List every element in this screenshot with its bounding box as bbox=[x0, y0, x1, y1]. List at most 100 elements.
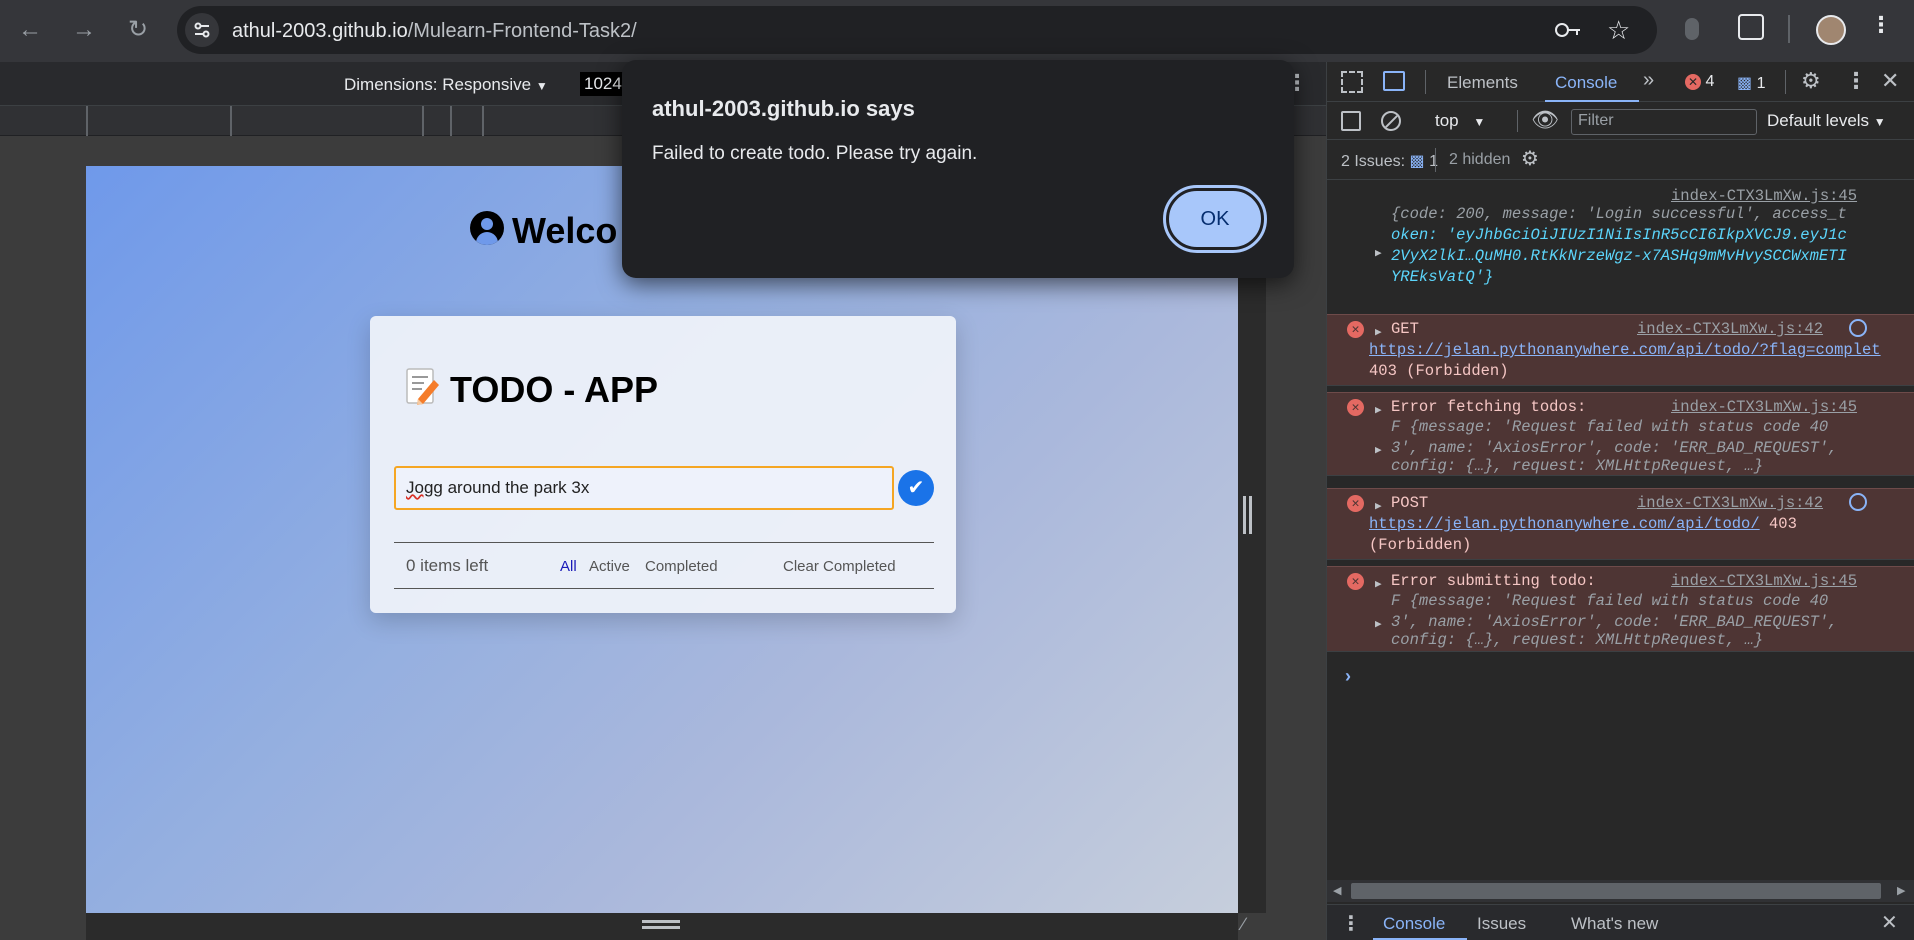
check-icon: ✔ bbox=[907, 477, 925, 499]
tab-divider bbox=[1785, 70, 1786, 94]
console-toolbar: top ▼ 👁 Filter Default levels ▼ bbox=[1327, 102, 1914, 140]
url-text: athul-2003.github.io/Mulearn-Frontend-Ta… bbox=[232, 20, 637, 43]
reload-icon[interactable]: ↻ bbox=[120, 12, 156, 48]
resize-handle-bottom[interactable] bbox=[86, 913, 1238, 940]
ruler-segment[interactable] bbox=[482, 106, 484, 136]
console-log-row[interactable]: index-CTX3LmXw.js:45 ▶ {code: 200, messa… bbox=[1327, 180, 1914, 316]
context-label: top bbox=[1435, 111, 1459, 130]
settings-gear-icon[interactable]: ⚙ bbox=[1801, 68, 1821, 94]
request-url[interactable]: https://jelan.pythonanywhere.com/api/tod… bbox=[1369, 515, 1760, 533]
drawer-menu-icon[interactable]: ⋮ bbox=[1341, 911, 1361, 936]
ruler-segment[interactable] bbox=[422, 106, 424, 136]
drawer-tab-issues[interactable]: Issues bbox=[1477, 914, 1526, 934]
request-url[interactable]: https://jelan.pythonanywhere.com/api/tod… bbox=[1369, 340, 1881, 361]
log-line: YREksVatQ'} bbox=[1391, 268, 1494, 286]
issue-icon: ▩ bbox=[1409, 153, 1425, 170]
ruler-segment[interactable] bbox=[86, 106, 88, 136]
todo-card: TODO - APP Jogg around the park 3x ✔ 0 i… bbox=[370, 316, 956, 613]
corner-resize-icon[interactable]: ∕ bbox=[1242, 914, 1245, 935]
hidden-issues: 2 hidden bbox=[1449, 151, 1511, 168]
filter-all[interactable]: All bbox=[560, 558, 577, 575]
log-source-link[interactable]: index-CTX3LmXw.js:42 bbox=[1637, 493, 1823, 514]
ruler-segment[interactable] bbox=[450, 106, 452, 136]
expand-triangle-icon[interactable]: ▶ bbox=[1375, 441, 1382, 462]
app-title: TODO - APP bbox=[404, 366, 658, 415]
site-info-icon[interactable] bbox=[185, 13, 219, 47]
console-error-row[interactable]: ✕ ▶ Error fetching todos: index-CTX3LmXw… bbox=[1327, 392, 1914, 476]
network-request-icon[interactable] bbox=[1849, 319, 1867, 337]
forward-icon[interactable]: → bbox=[66, 12, 102, 48]
horizontal-scrollbar[interactable]: ◀ ▶ bbox=[1327, 880, 1914, 902]
sidebar-toggle-icon[interactable] bbox=[1341, 111, 1361, 131]
extensions-puzzle-icon[interactable] bbox=[1738, 14, 1764, 40]
scroll-left-icon[interactable]: ◀ bbox=[1333, 884, 1341, 897]
expand-triangle-icon[interactable]: ▶ bbox=[1375, 401, 1382, 422]
console-filter-input[interactable]: Filter bbox=[1571, 109, 1757, 135]
submit-todo-button[interactable]: ✔ bbox=[898, 470, 934, 506]
profile-avatar[interactable] bbox=[1816, 15, 1846, 45]
clear-completed-button[interactable]: Clear Completed bbox=[783, 558, 896, 575]
expand-triangle-icon[interactable]: ▶ bbox=[1375, 615, 1382, 636]
inspect-element-icon[interactable] bbox=[1341, 71, 1363, 93]
message-counter[interactable]: ▩ 1 bbox=[1737, 73, 1765, 93]
tab-elements[interactable]: Elements bbox=[1447, 73, 1518, 93]
dropdown-arrow-icon: ▼ bbox=[535, 79, 548, 93]
ruler-segment[interactable] bbox=[230, 106, 232, 136]
address-bar[interactable]: athul-2003.github.io/Mulearn-Frontend-Ta… bbox=[177, 6, 1657, 54]
alert-ok-button[interactable]: OK bbox=[1163, 185, 1267, 253]
extension-icon[interactable] bbox=[1685, 18, 1699, 40]
alert-dialog: athul-2003.github.io says Failed to crea… bbox=[622, 60, 1294, 278]
log-source-link[interactable]: index-CTX3LmXw.js:45 bbox=[1671, 397, 1857, 418]
issues-label: 2 Issues: bbox=[1341, 153, 1406, 170]
close-drawer-icon[interactable]: ✕ bbox=[1881, 910, 1898, 935]
issues-link[interactable]: 2 Issues: ▩ 1 bbox=[1341, 151, 1438, 171]
live-expression-eye-icon[interactable]: 👁 bbox=[1531, 107, 1559, 133]
error-detail-line: F {message: 'Request failed with status … bbox=[1391, 418, 1829, 436]
log-source-link[interactable]: index-CTX3LmXw.js:42 bbox=[1637, 319, 1823, 340]
tab-console[interactable]: Console bbox=[1555, 73, 1617, 93]
log-levels-dropdown[interactable]: Default levels ▼ bbox=[1767, 111, 1886, 131]
expand-triangle-icon[interactable]: ▶ bbox=[1375, 575, 1382, 596]
devtools-menu-icon[interactable]: ⋮ bbox=[1845, 68, 1867, 94]
toolbar-divider bbox=[1788, 15, 1790, 43]
device-toggle-icon[interactable] bbox=[1383, 71, 1405, 91]
bookmark-star-icon[interactable]: ☆ bbox=[1607, 15, 1630, 46]
expand-triangle-icon[interactable]: ▶ bbox=[1375, 244, 1382, 265]
more-tabs-icon[interactable]: » bbox=[1643, 69, 1654, 92]
log-line: oken: 'eyJhbGciOiJIUzI1NiIsInR5cCI6IkpXV… bbox=[1391, 226, 1847, 244]
password-key-icon[interactable] bbox=[1554, 18, 1582, 48]
scroll-right-icon[interactable]: ▶ bbox=[1897, 884, 1905, 897]
grip-line bbox=[642, 926, 680, 929]
filter-completed[interactable]: Completed bbox=[645, 558, 718, 575]
drawer-tab-console[interactable]: Console bbox=[1383, 914, 1445, 934]
tab-divider bbox=[1425, 70, 1426, 94]
error-counter[interactable]: ✕ 4 bbox=[1685, 73, 1714, 91]
app-title-text: TODO - APP bbox=[450, 369, 659, 410]
console-error-row[interactable]: ✕ ▶ POST index-CTX3LmXw.js:42 https://je… bbox=[1327, 488, 1914, 560]
message-icon: ▩ bbox=[1737, 75, 1753, 92]
network-request-icon[interactable] bbox=[1849, 493, 1867, 511]
console-error-row[interactable]: ✕ ▶ GET index-CTX3LmXw.js:42 https://jel… bbox=[1327, 314, 1914, 386]
scrollbar-thumb[interactable] bbox=[1351, 883, 1881, 899]
user-circle-icon bbox=[470, 211, 504, 245]
context-selector[interactable]: top ▼ bbox=[1435, 111, 1485, 131]
console-prompt-chevron[interactable]: › bbox=[1345, 666, 1351, 687]
log-levels-label: Default levels bbox=[1767, 111, 1870, 130]
issues-settings-icon[interactable]: ⚙ bbox=[1521, 146, 1539, 171]
spellcheck-word: Jogg bbox=[406, 478, 443, 497]
resize-handle-right[interactable] bbox=[1238, 166, 1266, 913]
filter-active[interactable]: Active bbox=[589, 558, 630, 575]
close-devtools-icon[interactable]: ✕ bbox=[1881, 68, 1899, 94]
dimensions-dropdown[interactable]: Dimensions: Responsive ▼ bbox=[344, 75, 548, 95]
url-path: /Mulearn-Frontend-Task2/ bbox=[407, 20, 637, 42]
back-icon[interactable]: ← bbox=[12, 12, 48, 48]
error-detail-line: config: {…}, request: XMLHttpRequest, …} bbox=[1391, 631, 1764, 649]
browser-menu-icon[interactable]: ⋮ bbox=[1870, 12, 1892, 38]
grip-line bbox=[1243, 496, 1246, 534]
clear-console-icon[interactable] bbox=[1381, 111, 1401, 131]
console-error-row[interactable]: ✕ ▶ Error submitting todo: index-CTX3LmX… bbox=[1327, 566, 1914, 652]
drawer-tab-whats-new[interactable]: What's new bbox=[1571, 914, 1658, 934]
log-source-link[interactable]: index-CTX3LmXw.js:45 bbox=[1671, 571, 1857, 592]
todo-input[interactable]: Jogg around the park 3x bbox=[394, 466, 894, 510]
devtools-tabbar: Elements Console » ✕ 4 ▩ 1 ⚙ ⋮ ✕ bbox=[1327, 62, 1914, 102]
